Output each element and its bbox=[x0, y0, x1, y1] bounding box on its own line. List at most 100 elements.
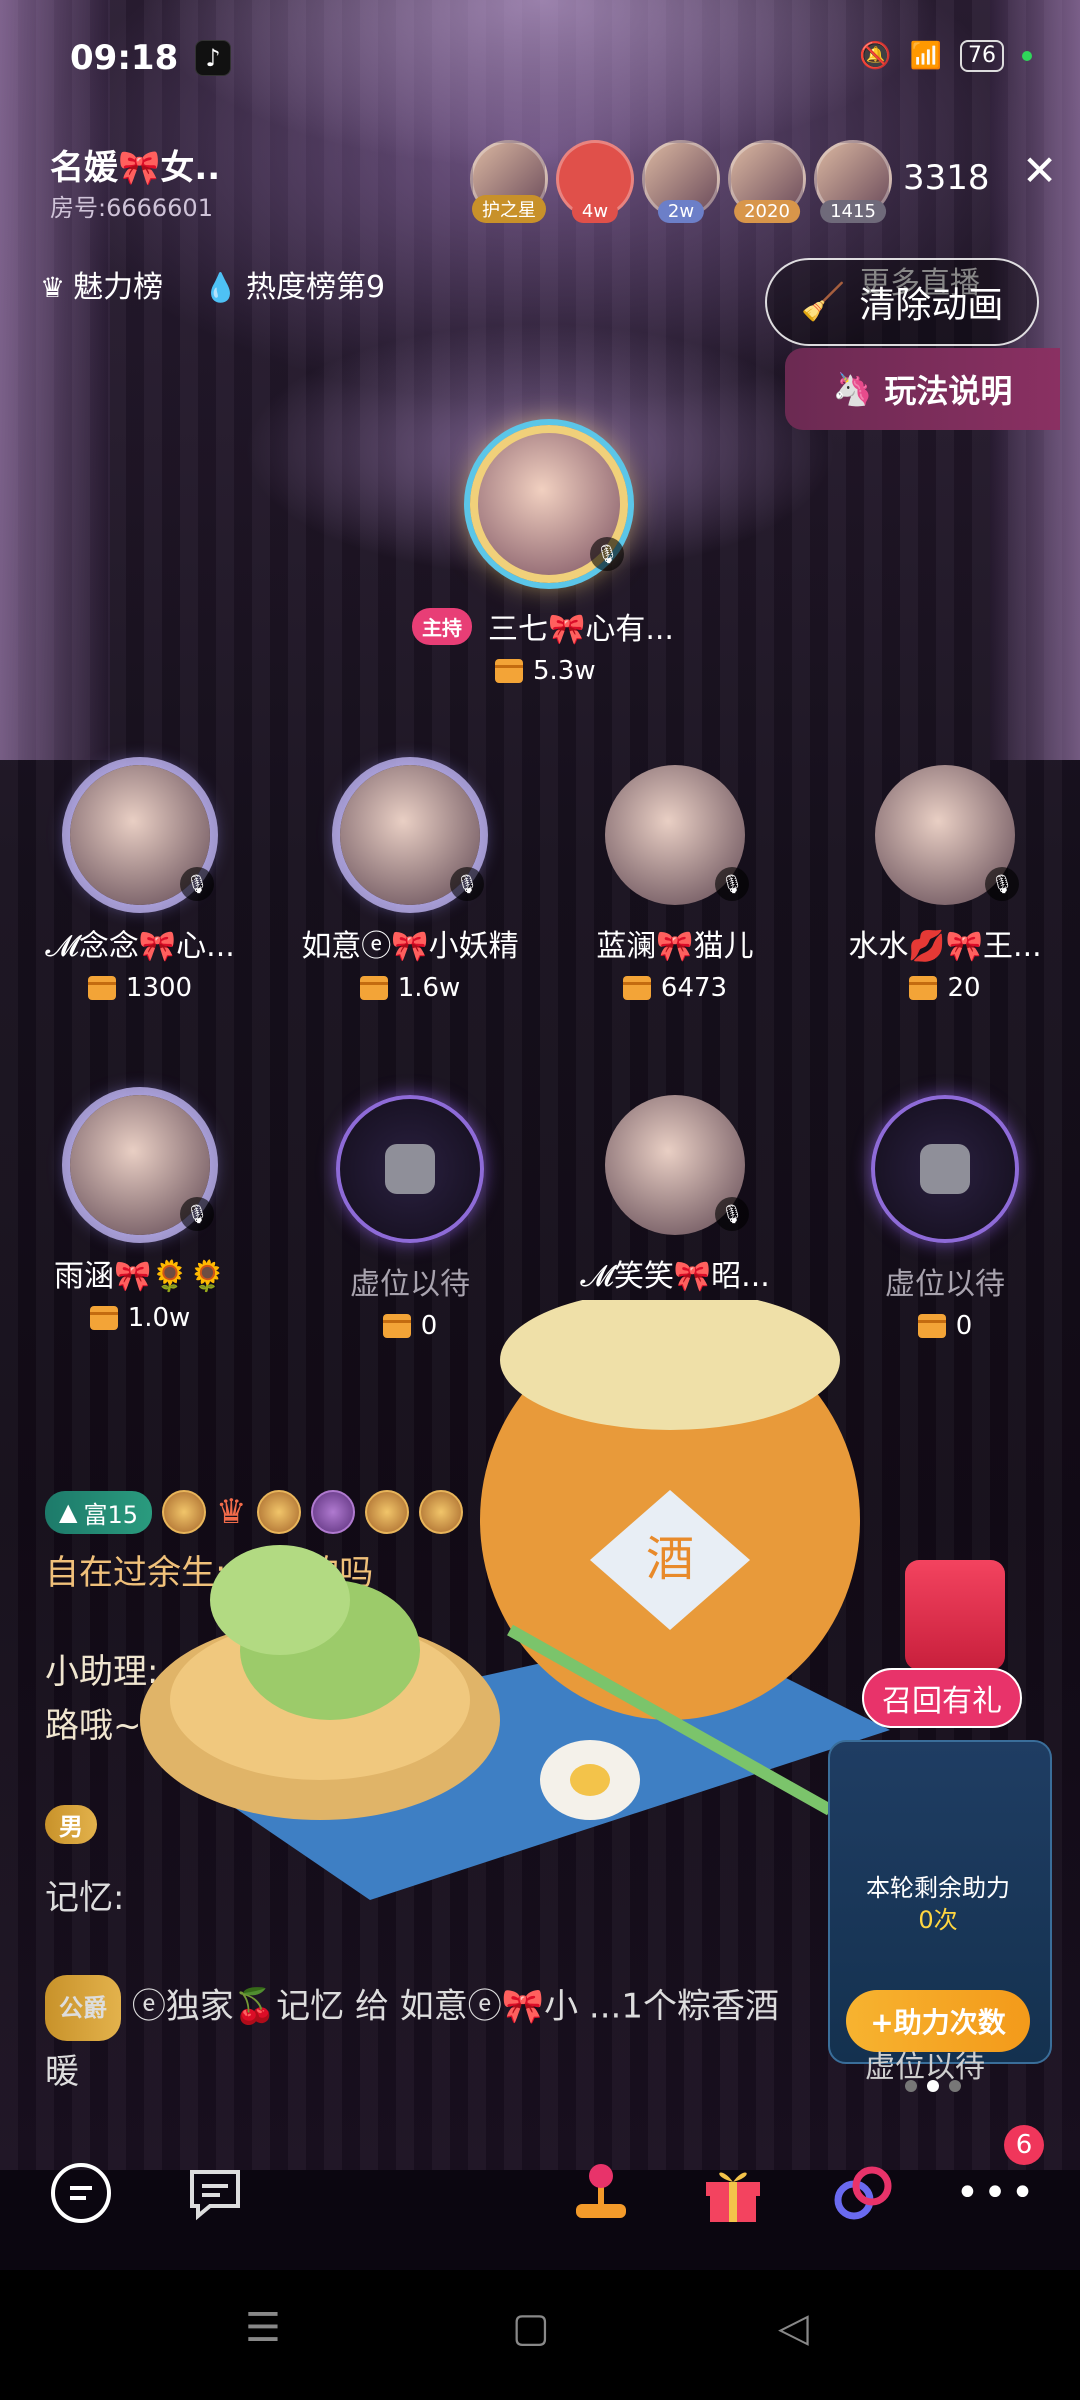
game-button[interactable] bbox=[568, 2160, 634, 2226]
charm-rank-label: 魅力榜 bbox=[73, 270, 164, 305]
seat-name: 𝓜念念🎀心... bbox=[45, 929, 235, 964]
dot bbox=[905, 2080, 917, 2092]
recall-reward-button[interactable]: 召回有礼 bbox=[862, 1668, 1022, 1728]
seat-coins-value: 0 bbox=[955, 1311, 973, 1341]
seat-avatar[interactable]: 🎙 bbox=[340, 765, 484, 905]
room-id: 房号:6666601 bbox=[50, 194, 213, 222]
broom-icon: 🧹 bbox=[800, 282, 846, 323]
seat-coins-value: 20 bbox=[947, 973, 981, 1003]
gift-box-icon bbox=[87, 976, 116, 1000]
host-name[interactable]: 三七🎀心有... bbox=[488, 604, 674, 648]
close-icon[interactable]: ✕ bbox=[1022, 150, 1057, 192]
gift-box-icon bbox=[909, 976, 938, 1000]
message-icon bbox=[190, 2170, 240, 2221]
viewer-avatar[interactable]: 护之星 bbox=[470, 140, 548, 223]
rocking-horse-icon: 🦄 bbox=[832, 370, 873, 408]
mic-off-icon: 🎙 bbox=[715, 867, 749, 901]
host-coins-value: 5.3w bbox=[533, 656, 596, 686]
viewer-tag: 2w bbox=[657, 200, 705, 223]
link-icon bbox=[834, 2166, 892, 2220]
diamond-icon: ▲ bbox=[59, 1498, 78, 1526]
dot bbox=[949, 2080, 961, 2092]
seat-coins: 6473 bbox=[622, 973, 728, 1003]
seat-avatar[interactable]: 🎙 bbox=[605, 1095, 749, 1235]
curtain-left-decoration bbox=[0, 0, 110, 760]
viewer-tag: 4w bbox=[571, 200, 619, 223]
seat-coins-value: 6473 bbox=[660, 973, 728, 1003]
gift-message-text: ⓔ独家🍒记忆 给 如意ⓔ🎀小 ...1个粽香酒暖 bbox=[45, 1986, 779, 2093]
charm-rank-button[interactable]: ♛ 魅力榜 bbox=[40, 262, 163, 306]
noble-badge: 男 bbox=[45, 1805, 97, 1844]
seat[interactable]: 🎙 如意ⓔ🎀小妖精 1.6w bbox=[295, 765, 525, 1004]
recent-apps-icon[interactable]: ☰ bbox=[245, 2305, 281, 2351]
viewer-avatar[interactable]: 4w bbox=[556, 140, 634, 223]
mic-off-icon: 🎙 bbox=[715, 1197, 749, 1231]
chair-icon bbox=[920, 1144, 970, 1194]
back-icon[interactable]: ◁ bbox=[778, 2305, 809, 2351]
seat[interactable]: 🎙 雨涵🎀🌻🌻 1.0w bbox=[25, 1095, 255, 1334]
status-time: 09:18 bbox=[70, 38, 179, 78]
privacy-dot-icon bbox=[1022, 51, 1032, 61]
viewer-avatar[interactable]: 2020 bbox=[728, 140, 806, 223]
seat-name: 如意ⓔ🎀小妖精 bbox=[301, 929, 519, 964]
viewer-tag: 1415 bbox=[820, 200, 886, 223]
mic-icon: 🎙 bbox=[590, 537, 624, 571]
egg-yolk bbox=[570, 1764, 610, 1796]
home-icon[interactable]: ▢ bbox=[512, 2305, 550, 2351]
mic-off-icon: 🎙 bbox=[985, 867, 1019, 901]
seat[interactable]: 🎙 𝓜笑笑🎀昭... bbox=[560, 1095, 790, 1295]
host-tag: 主持 bbox=[412, 608, 472, 645]
zongzi-icon bbox=[210, 1545, 350, 1655]
game-rules-label: 玩法说明 bbox=[884, 372, 1013, 410]
viewer-avatar[interactable]: 2w bbox=[642, 140, 720, 223]
gift-box-icon bbox=[359, 976, 388, 1000]
seat-coins: 1.6w bbox=[359, 973, 460, 1003]
game-rules-button[interactable]: 🦄 玩法说明 bbox=[785, 348, 1060, 430]
viewer-avatar[interactable]: 1415 bbox=[814, 140, 892, 223]
boost-count: 0次 bbox=[918, 1906, 958, 1934]
seat-avatar[interactable]: 🎙 bbox=[605, 765, 749, 905]
clear-animation-button[interactable]: 🧹 清除动画 bbox=[765, 258, 1039, 346]
viewer-tag: 护之星 bbox=[472, 195, 546, 223]
seat-avatar[interactable]: 🎙 bbox=[875, 765, 1019, 905]
empty-seat-avatar[interactable] bbox=[871, 1095, 1019, 1243]
status-icons: 🔕 📶 76 bbox=[859, 40, 1032, 72]
tiktok-icon: ♪ bbox=[195, 40, 231, 76]
gift-box-icon bbox=[917, 1314, 946, 1338]
chat-message[interactable]: 记忆: bbox=[45, 1870, 124, 1919]
red-envelope-icon[interactable] bbox=[905, 1560, 1005, 1670]
empty-seat-avatar[interactable] bbox=[336, 1095, 484, 1243]
gift-message[interactable]: 公爵 ⓔ独家🍒记忆 给 如意ⓔ🎀小 ...1个粽香酒暖 bbox=[45, 1975, 785, 2103]
seat[interactable]: 🎙 水水💋🎀王... 20 bbox=[830, 765, 1060, 1004]
crown-icon: ♛ bbox=[40, 271, 66, 304]
seat[interactable]: 🎙 𝓜念念🎀心... 1300 bbox=[25, 765, 255, 1004]
gift-button[interactable] bbox=[700, 2160, 766, 2226]
more-icon[interactable]: ••• bbox=[956, 2160, 1035, 2226]
seat[interactable]: 🎙 蓝澜🎀猫儿 6473 bbox=[560, 765, 790, 1004]
battery-icon: 76 bbox=[960, 40, 1004, 72]
seat-avatar[interactable]: 🎙 bbox=[70, 765, 214, 905]
noble-badge: 公爵 bbox=[45, 1975, 121, 2041]
room-title[interactable]: 名媛🎀女.. bbox=[50, 140, 220, 189]
notification-badge: 6 bbox=[1004, 2125, 1044, 2165]
carousel-dots bbox=[905, 2080, 961, 2092]
seat-coins: 20 bbox=[909, 973, 981, 1003]
hot-rank-button[interactable]: 💧 热度榜第9 bbox=[203, 262, 385, 306]
seat-name: 雨涵🎀🌻🌻 bbox=[53, 1259, 227, 1294]
message-button[interactable] bbox=[182, 2160, 248, 2226]
gift-box-icon bbox=[89, 1306, 118, 1330]
chair-icon bbox=[385, 1144, 435, 1194]
boost-title: 本轮剩余助力 bbox=[866, 1874, 1010, 1902]
chat-bubble-icon bbox=[51, 2163, 111, 2223]
seat-name: 𝓜笑笑🎀昭... bbox=[580, 1259, 770, 1294]
gift-icon bbox=[706, 2172, 760, 2222]
link-button[interactable] bbox=[830, 2160, 896, 2226]
seat-avatar[interactable]: 🎙 bbox=[70, 1095, 214, 1235]
viewer-count[interactable]: 3318 bbox=[903, 158, 990, 198]
seat-coins: 1300 bbox=[87, 973, 192, 1003]
host-avatar[interactable]: 🎙 bbox=[470, 425, 628, 583]
mic-off-icon: 🎙 bbox=[180, 1197, 214, 1231]
comment-button[interactable] bbox=[48, 2160, 114, 2226]
hot-rank-label: 热度榜第9 bbox=[245, 270, 386, 305]
mic-off-icon: 🎙 bbox=[180, 867, 214, 901]
